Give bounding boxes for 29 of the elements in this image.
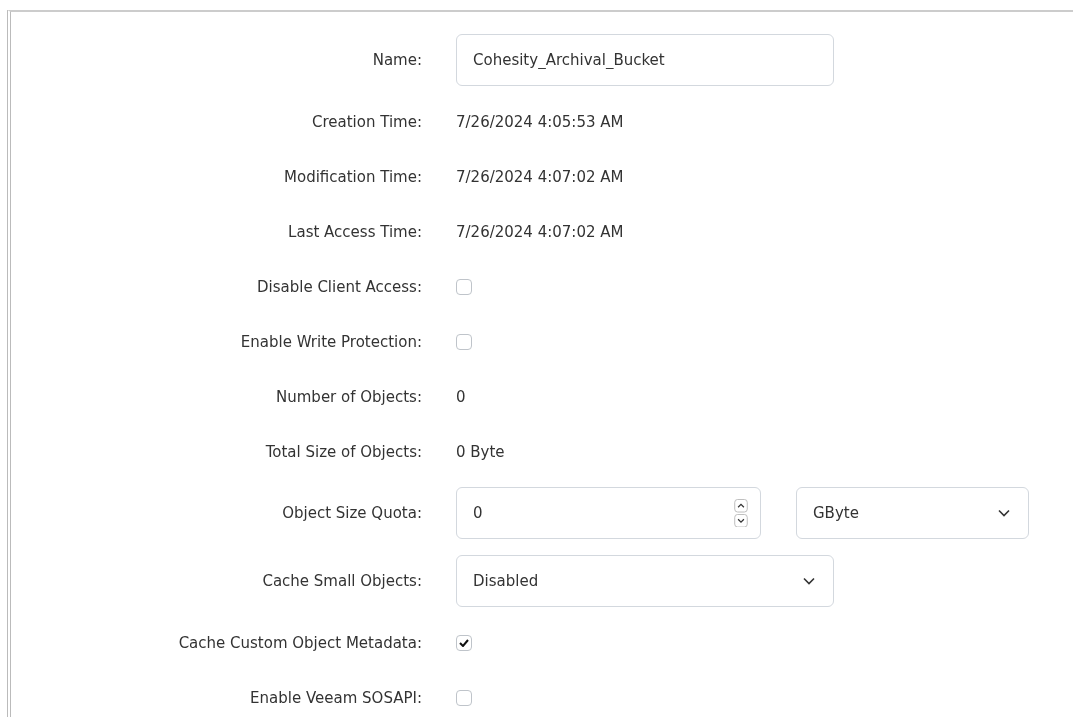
field-label: Total Size of Objects:: [264, 442, 422, 461]
checkmark-icon: [459, 638, 469, 647]
number-field[interactable]: 0: [456, 487, 761, 539]
field-label: Number of Objects:: [275, 387, 422, 406]
checkbox[interactable]: [456, 634, 472, 651]
field-value: 0: [456, 387, 466, 406]
field-label: Creation Time:: [311, 112, 422, 131]
checkbox[interactable]: [456, 278, 472, 295]
cache-dropdown[interactable]: Disabled: [456, 555, 834, 607]
field-label: Last Access Time:: [287, 222, 422, 241]
field-value: 7/26/2024 4:05:53 AM: [456, 112, 624, 131]
field-label: Name:: [371, 51, 422, 69]
checkbox[interactable]: [456, 333, 472, 350]
field-label: Object Size Quota:: [281, 504, 422, 522]
name-field[interactable]: Cohesity_Archival_Bucket: [456, 34, 834, 86]
field-label: Modification Time:: [283, 167, 422, 186]
field-label: Enable Veeam SOSAPI:: [249, 688, 422, 707]
field-label: Cache Custom Object Metadata:: [177, 633, 422, 652]
field-value: 0 Byte: [456, 442, 505, 461]
field-value: 7/26/2024 4:07:02 AM: [456, 222, 624, 241]
field-label: Disable Client Access:: [256, 277, 422, 296]
spinner-icon[interactable]: [734, 499, 748, 527]
field-label: Cache Small Objects:: [261, 572, 422, 590]
field-label: Enable Write Protection:: [239, 332, 422, 351]
field-value: 7/26/2024 4:07:02 AM: [456, 167, 624, 186]
chevron-down-icon: [803, 577, 815, 585]
chevron-down-icon: [998, 509, 1010, 517]
checkbox[interactable]: [456, 689, 472, 706]
unit-dropdown[interactable]: GByte: [796, 487, 1029, 539]
